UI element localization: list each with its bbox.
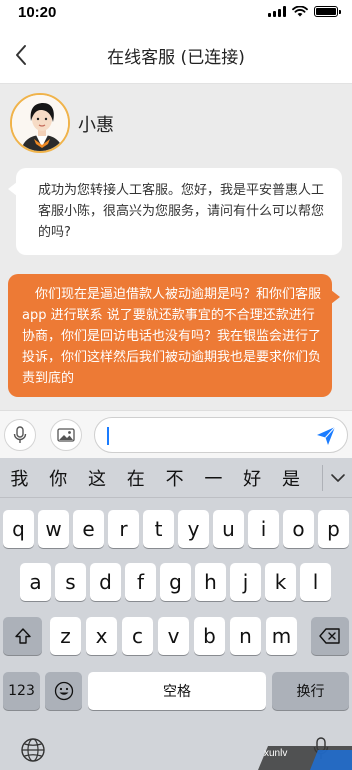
emoji-icon — [54, 681, 73, 701]
signal-icon — [268, 6, 286, 17]
message-input[interactable] — [113, 424, 303, 448]
site-watermark: xunlv — [258, 724, 352, 770]
send-icon[interactable] — [315, 425, 337, 447]
key-x[interactable]: x — [86, 617, 117, 655]
key-g[interactable]: g — [160, 563, 191, 601]
status-time: 10:20 — [18, 4, 57, 21]
key-c[interactable]: c — [122, 617, 153, 655]
key-d[interactable]: d — [90, 563, 121, 601]
key-e[interactable]: e — [73, 510, 104, 548]
agent-avatar — [10, 93, 70, 153]
chevron-down-icon — [330, 473, 345, 482]
key-i[interactable]: i — [248, 510, 279, 548]
watermark-text: xunlv — [264, 748, 288, 759]
candidate-word[interactable]: 我 — [0, 465, 39, 491]
image-icon — [57, 428, 75, 442]
user-message-text: 你们现在是逼迫借款人被动逾期是吗？和你们客服 app 进行联系 说了要就还款事宜… — [22, 287, 322, 386]
key-n[interactable]: n — [230, 617, 261, 655]
status-icons — [268, 6, 341, 17]
space-key[interactable]: 空格 — [88, 672, 266, 710]
candidate-word[interactable]: 是 — [272, 465, 311, 491]
key-w[interactable]: w — [38, 510, 69, 548]
page-title: 在线客服 (已连接) — [107, 48, 245, 68]
key-a[interactable]: a — [20, 563, 51, 601]
key-l[interactable]: l — [300, 563, 331, 601]
backspace-icon — [319, 628, 340, 644]
agent-name: 小惠 — [78, 115, 114, 136]
agent-header: 小惠 — [0, 85, 352, 165]
candidate-word[interactable]: 不 — [155, 465, 194, 491]
candidate-word[interactable]: 这 — [78, 465, 117, 491]
agent-photo — [12, 95, 68, 151]
return-key[interactable]: 换行 — [272, 672, 349, 710]
key-u[interactable]: u — [213, 510, 244, 548]
status-bar: 10:20 — [0, 0, 352, 26]
key-q[interactable]: q — [3, 510, 34, 548]
key-j[interactable]: j — [230, 563, 261, 601]
key-m[interactable]: m — [266, 617, 297, 655]
key-y[interactable]: y — [178, 510, 209, 548]
candidate-word[interactable]: 好 — [233, 465, 272, 491]
agent-message-bubble: 成功为您转接人工客服。您好，我是平安普惠人工客服小陈，很高兴为您服务，请问有什么… — [8, 168, 342, 255]
key-f[interactable]: f — [125, 563, 156, 601]
key-o[interactable]: o — [283, 510, 314, 548]
key-t[interactable]: t — [143, 510, 174, 548]
watermark-logo — [258, 746, 352, 770]
message-input-bar — [0, 410, 352, 458]
globe-icon[interactable] — [20, 737, 46, 763]
agent-message-text: 成功为您转接人工客服。您好，我是平安普惠人工客服小陈，很高兴为您服务，请问有什么… — [38, 183, 325, 240]
key-r[interactable]: r — [108, 510, 139, 548]
key-h[interactable]: h — [195, 563, 226, 601]
shift-key[interactable] — [3, 617, 42, 655]
key-v[interactable]: v — [158, 617, 189, 655]
user-message-bubble: 你们现在是逼迫借款人被动逾期是吗？和你们客服 app 进行联系 说了要就还款事宜… — [8, 274, 340, 397]
key-s[interactable]: s — [55, 563, 86, 601]
wifi-icon — [292, 6, 308, 17]
candidate-word[interactable]: 在 — [116, 465, 155, 491]
candidate-word[interactable]: 一 — [194, 465, 233, 491]
battery-icon — [314, 6, 341, 17]
nav-bar: 在线客服 (已连接) — [0, 26, 352, 84]
expand-candidates-button[interactable] — [323, 473, 352, 483]
emoji-key[interactable] — [45, 672, 82, 710]
message-field[interactable] — [94, 417, 348, 453]
microphone-icon — [13, 426, 27, 443]
numbers-key[interactable]: 123 — [3, 672, 40, 710]
image-upload-button[interactable] — [50, 419, 82, 451]
key-p[interactable]: p — [318, 510, 349, 548]
delete-key[interactable] — [311, 617, 349, 655]
voice-input-button[interactable] — [4, 419, 36, 451]
key-b[interactable]: b — [194, 617, 225, 655]
text-cursor — [107, 427, 109, 445]
key-k[interactable]: k — [265, 563, 296, 601]
shift-icon — [14, 628, 31, 644]
key-z[interactable]: z — [50, 617, 81, 655]
candidate-word[interactable]: 你 — [39, 465, 78, 491]
candidate-bar: 我 你 这 在 不 一 好 是 — [0, 458, 352, 498]
